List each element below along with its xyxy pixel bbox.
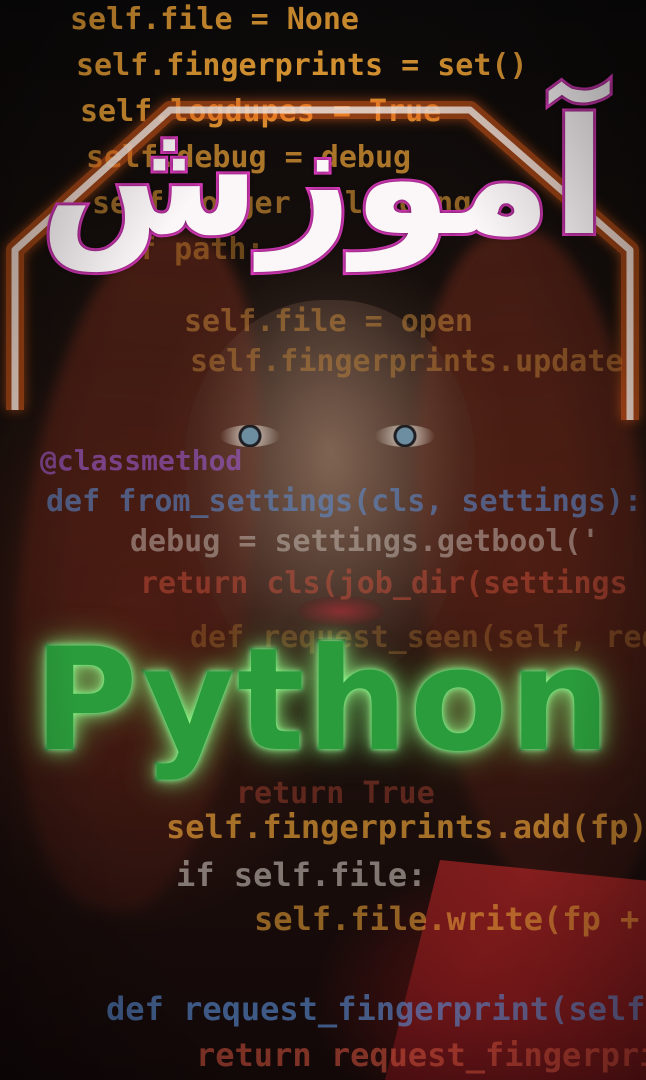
title-python: Python: [32, 618, 613, 783]
poster: self.file = None self.fingerprints = set…: [0, 0, 646, 1080]
title-persian: آموزش: [36, 84, 609, 271]
